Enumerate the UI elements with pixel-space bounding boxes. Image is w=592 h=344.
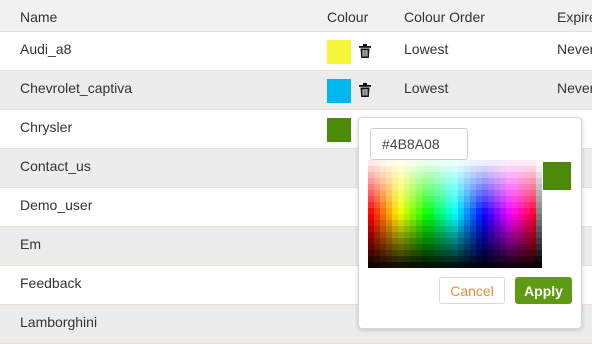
column-header-colour-order[interactable]: Colour Order (404, 9, 485, 25)
row-name: Contact_us (20, 158, 91, 174)
trash-icon[interactable] (359, 44, 371, 58)
table-row[interactable]: Audi_a8 Lowest Never (0, 32, 592, 71)
cancel-button[interactable]: Cancel (439, 277, 505, 304)
color-palette-grid[interactable] (368, 160, 542, 268)
row-name: Em (20, 236, 41, 252)
apply-button[interactable]: Apply (515, 277, 572, 304)
colour-swatch[interactable] (327, 40, 351, 64)
row-colour-order: Lowest (404, 41, 449, 57)
row-colour-order: Lowest (404, 80, 449, 96)
color-picker-popover: Cancel Apply (358, 117, 582, 329)
selected-color-preview (543, 162, 571, 190)
column-header-expire[interactable]: Expire (557, 9, 592, 25)
row-name: Demo_user (20, 197, 93, 213)
table-row[interactable]: Chevrolet_captiva Lowest Never (0, 71, 592, 110)
column-header-colour[interactable]: Colour (327, 9, 368, 25)
table-header: Name Colour Colour Order Expire (0, 0, 592, 32)
row-name: Chevrolet_captiva (20, 80, 133, 96)
row-name: Chrysler (20, 119, 73, 135)
row-name: Lamborghini (20, 314, 98, 330)
column-header-name[interactable]: Name (20, 9, 57, 25)
row-name: Audi_a8 (20, 41, 72, 57)
colour-swatch[interactable] (327, 79, 351, 103)
row-expire: Never (557, 80, 592, 96)
row-expire: Never (557, 41, 592, 57)
row-name: Feedback (20, 275, 82, 291)
colour-swatch[interactable] (327, 118, 351, 142)
trash-icon[interactable] (359, 83, 371, 97)
hex-color-input[interactable] (370, 128, 468, 160)
